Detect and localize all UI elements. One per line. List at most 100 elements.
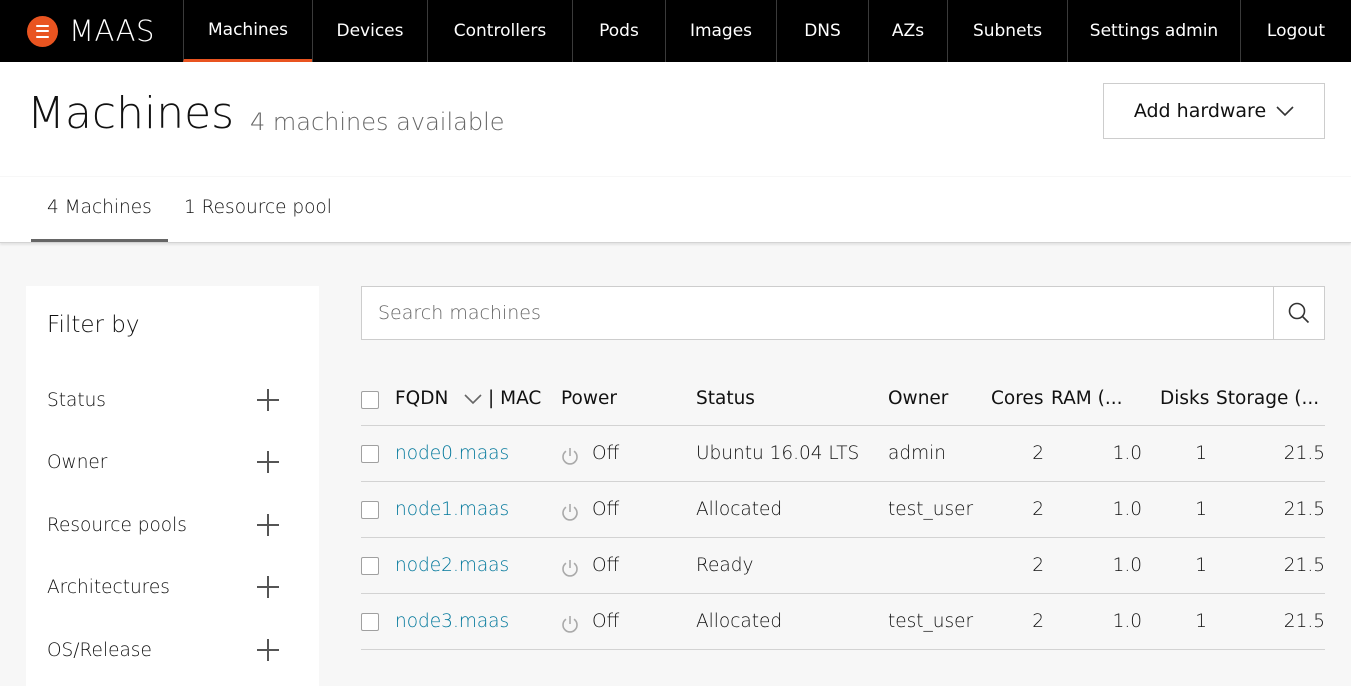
chevron-down-icon	[1276, 105, 1294, 116]
power-state: Off	[592, 499, 620, 520]
filter-panel: Filter by Status Owner Resource pools Ar…	[26, 286, 319, 686]
machine-storage: 21.5	[1283, 555, 1325, 576]
active-tab-indicator	[31, 239, 168, 242]
machine-owner: test_user	[888, 611, 974, 632]
plus-icon[interactable]	[257, 639, 279, 661]
nav-item-images[interactable]: Images	[665, 0, 776, 62]
machine-disks: 1	[1195, 611, 1207, 632]
machine-owner: admin	[888, 443, 946, 464]
nav-item-settings[interactable]: Settings admin	[1067, 0, 1240, 62]
search-button[interactable]	[1273, 286, 1325, 340]
add-hardware-label: Add hardware	[1133, 100, 1267, 122]
top-navigation: MAAS Machines Devices Controllers Pods I…	[0, 0, 1351, 62]
machine-cores: 2	[1032, 555, 1044, 576]
row-checkbox[interactable]	[361, 501, 379, 519]
row-checkbox[interactable]	[361, 613, 379, 631]
power-state: Off	[592, 443, 620, 464]
nav-item-devices[interactable]: Devices	[312, 0, 427, 62]
filter-item-owner[interactable]: Owner	[47, 449, 299, 479]
table-row: node2.maas Off Ready 2 1.0 1 21.5	[361, 538, 1325, 594]
machine-fqdn-link[interactable]: node1.maas	[395, 499, 509, 520]
filter-item-label: Architectures	[47, 577, 170, 598]
machine-cores: 2	[1032, 499, 1044, 520]
power-icon	[562, 560, 578, 577]
table-row: node3.maas Off Allocated test_user 2 1.0…	[361, 594, 1325, 650]
row-checkbox[interactable]	[361, 445, 379, 463]
machine-ram: 1.0	[1112, 443, 1142, 464]
search-icon	[1288, 302, 1310, 324]
machine-storage: 21.5	[1283, 499, 1325, 520]
column-header-ram[interactable]: RAM (...	[1051, 388, 1122, 409]
maas-logo-icon	[27, 15, 58, 47]
nav-item-subnets[interactable]: Subnets	[947, 0, 1067, 62]
machine-storage: 21.5	[1283, 443, 1325, 464]
filter-item-status[interactable]: Status	[47, 387, 299, 417]
filter-item-resource-pools[interactable]: Resource pools	[47, 512, 299, 542]
column-header-mac[interactable]: | MAC	[488, 388, 541, 409]
filter-item-label: Resource pools	[47, 515, 187, 536]
tab-bar: 4 Machines 1 Resource pool	[0, 177, 1351, 243]
machine-cores: 2	[1032, 443, 1044, 464]
machine-ram: 1.0	[1112, 611, 1142, 632]
nav-item-pods[interactable]: Pods	[572, 0, 665, 62]
machine-cores: 2	[1032, 611, 1044, 632]
power-icon	[562, 616, 578, 633]
machine-disks: 1	[1195, 499, 1207, 520]
power-state: Off	[592, 611, 620, 632]
page-header: Machines 4 machines available Add hardwa…	[0, 62, 1351, 176]
filter-item-label: Status	[47, 390, 106, 411]
machine-status: Ubuntu 16.04 LTS	[696, 443, 860, 464]
chevron-down-icon[interactable]	[464, 394, 482, 405]
brand-name: MAAS	[69, 14, 155, 48]
column-header-status[interactable]: Status	[696, 388, 755, 409]
power-icon	[562, 504, 578, 521]
machine-disks: 1	[1195, 555, 1207, 576]
nav-item-azs[interactable]: AZs	[868, 0, 947, 62]
add-hardware-button[interactable]: Add hardware	[1103, 83, 1325, 139]
row-checkbox[interactable]	[361, 557, 379, 575]
tab-machines[interactable]: 4 Machines	[47, 197, 152, 218]
page-subtitle: 4 machines available	[250, 108, 505, 136]
machine-status: Allocated	[696, 611, 783, 632]
power-state: Off	[592, 555, 620, 576]
machine-fqdn-link[interactable]: node0.maas	[395, 443, 509, 464]
search-input[interactable]	[361, 286, 1274, 340]
table-row: node1.maas Off Allocated test_user 2 1.0…	[361, 482, 1325, 538]
nav-item-logout[interactable]: Logout	[1240, 0, 1351, 62]
brand-logo-link[interactable]: MAAS	[27, 14, 155, 48]
machine-disks: 1	[1195, 443, 1207, 464]
table-row: node0.maas Off Ubuntu 16.04 LTS admin 2 …	[361, 426, 1325, 482]
nav-item-controllers[interactable]: Controllers	[427, 0, 572, 62]
machine-owner: test_user	[888, 499, 974, 520]
filter-item-label: Owner	[47, 452, 108, 473]
page-title: Machines	[27, 88, 235, 139]
filter-item-label: OS/Release	[47, 640, 152, 661]
select-all-checkbox[interactable]	[361, 391, 379, 409]
tab-resource-pools[interactable]: 1 Resource pool	[184, 197, 332, 218]
nav-item-machines[interactable]: Machines	[183, 0, 312, 62]
machine-fqdn-link[interactable]: node3.maas	[395, 611, 509, 632]
machine-ram: 1.0	[1112, 555, 1142, 576]
plus-icon[interactable]	[257, 389, 279, 411]
column-header-cores[interactable]: Cores	[991, 388, 1043, 409]
column-header-power[interactable]: Power	[561, 388, 617, 409]
column-header-owner[interactable]: Owner	[888, 388, 948, 409]
power-icon	[562, 448, 578, 465]
column-header-fqdn[interactable]: FQDN	[395, 388, 448, 409]
nav-item-dns[interactable]: DNS	[776, 0, 868, 62]
machine-status: Allocated	[696, 499, 783, 520]
column-header-storage[interactable]: Storage (...	[1216, 388, 1319, 409]
machine-storage: 21.5	[1283, 611, 1325, 632]
filter-item-os-release[interactable]: OS/Release	[47, 637, 299, 667]
filter-item-architectures[interactable]: Architectures	[47, 574, 299, 604]
machine-fqdn-link[interactable]: node2.maas	[395, 555, 509, 576]
machines-table: FQDN | MAC Power Status Owner Cores RAM …	[361, 375, 1325, 650]
machine-status: Ready	[696, 555, 754, 576]
plus-icon[interactable]	[257, 514, 279, 536]
filter-title: Filter by	[47, 312, 140, 338]
machine-ram: 1.0	[1112, 499, 1142, 520]
plus-icon[interactable]	[257, 576, 279, 598]
plus-icon[interactable]	[257, 451, 279, 473]
table-header: FQDN | MAC Power Status Owner Cores RAM …	[361, 375, 1325, 426]
column-header-disks[interactable]: Disks	[1160, 388, 1209, 409]
